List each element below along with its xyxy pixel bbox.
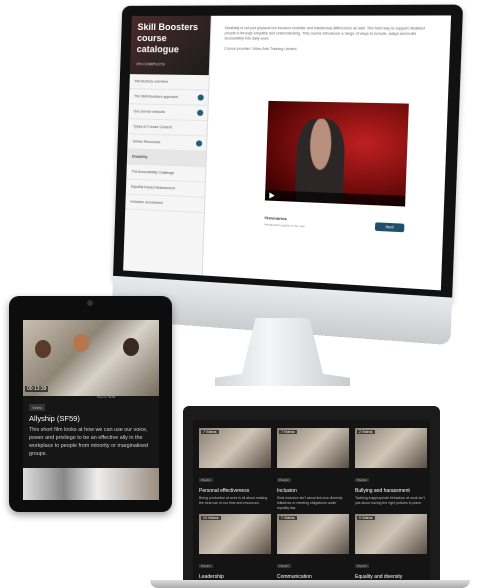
module-credit: Course provider: Video Arts Training Lim… — [224, 46, 297, 52]
checkmark-icon — [197, 94, 204, 101]
playlist-tag: Playlist — [355, 564, 369, 568]
playlist-name[interactable]: Personal effectiveness — [199, 488, 271, 494]
playlist-tag: Playlist — [199, 478, 213, 482]
playlist-blurb: Being productive at work is all about ma… — [199, 496, 268, 505]
sidebar-item-label: Inclusive recruitment — [130, 199, 163, 206]
person-figure — [73, 334, 89, 352]
sidebar-item-label: The Skill Boosters approach — [134, 94, 179, 100]
catalogue-sidebar: Skill Boosters course catalogue 3% COMPL… — [123, 15, 212, 276]
sidebar-item-label: Disability — [131, 154, 148, 160]
allyship-thumbnail[interactable]: 00:13:39 — [23, 320, 159, 396]
video-controls[interactable] — [264, 190, 406, 207]
module-description-text: Disability is not just physical but invo… — [224, 26, 425, 41]
playlist-tag: Playlist — [355, 478, 369, 482]
content-type-tag: Video — [29, 404, 46, 411]
catalogue-main: Disability is not just physical but invo… — [204, 15, 451, 290]
laptop-device: 7 Videos Playlist Personal effectiveness Be… — [183, 406, 440, 584]
playlist-thumbnail[interactable]: 2 Videos — [355, 428, 427, 468]
video-count: 7 Videos — [279, 516, 297, 520]
play-icon[interactable] — [269, 192, 275, 199]
laptop-base — [150, 580, 470, 588]
playlist-tag: Playlist — [277, 564, 291, 568]
video-title[interactable]: Allyship (SF59) — [29, 414, 80, 423]
playlist-tag: Playlist — [277, 478, 291, 482]
video-count: 7 Videos — [201, 430, 219, 434]
camera-icon — [87, 300, 93, 306]
thumbnail-caption: Source: SF59 — [97, 395, 116, 399]
person-figure — [123, 338, 139, 356]
tablet-screen: 00:13:39 Source: SF59 Video Allyship (SF… — [23, 320, 159, 500]
playlist-card[interactable]: 9 Videos Playlist Equality and diversity — [355, 514, 427, 582]
playlist-thumbnail[interactable]: 7 Videos — [277, 514, 349, 554]
sidebar-item-label: Introductory overview — [134, 79, 169, 84]
playlist-name[interactable]: Bullying and harassment — [355, 488, 427, 494]
playlist-card[interactable]: 7 Videos Playlist Personal effectiveness Be… — [199, 428, 271, 506]
playlist-thumbnail[interactable]: 7 Videos — [199, 428, 271, 468]
tablet-device: 00:13:39 Source: SF59 Video Allyship (SF… — [9, 296, 172, 512]
sidebar-item[interactable]: Inclusive recruitment — [125, 194, 205, 214]
imac-bezel: Skill Boosters course catalogue 3% COMPL… — [112, 4, 464, 307]
playlist-card[interactable]: 7 Videos Playlist Communication — [277, 514, 349, 582]
video-count: 24 Videos — [201, 516, 221, 520]
next-button[interactable]: Next — [374, 222, 405, 233]
sidebar-item-label: Equality Impact Assessment — [130, 184, 175, 191]
playlist-name[interactable]: Inclusion — [277, 488, 349, 494]
playlist-thumbnail[interactable]: 9 Videos — [355, 514, 427, 554]
imac-device: Skill Boosters course catalogue 3% COMPL… — [111, 4, 464, 346]
checkmark-icon — [196, 109, 204, 116]
video-footer: Visionaries Introductory guide to the ro… — [264, 215, 405, 233]
sidebar-item-label: Types of Course Content — [132, 124, 172, 130]
catalogue-title: Skill Boosters course catalogue — [136, 21, 199, 55]
progress-label: 3% COMPLETE — [136, 61, 166, 67]
playlist-tag: Playlist — [199, 564, 213, 568]
sidebar-item-label: Online Resources — [132, 139, 161, 145]
video-player[interactable] — [264, 100, 409, 207]
video-count: 2 Videos — [357, 430, 375, 434]
sidebar-item-list: Introductory overview The Skill Boosters … — [125, 74, 209, 214]
course-catalogue-screen: Skill Boosters course catalogue 3% COMPL… — [123, 15, 452, 291]
sidebar-item[interactable]: The Skill Boosters approach — [128, 89, 209, 106]
playlist-thumbnail[interactable]: 7 Videos — [277, 428, 349, 468]
next-video-thumbnail[interactable] — [23, 468, 159, 500]
playlist-card[interactable]: 24 Videos Playlist Leadership — [199, 514, 271, 582]
sidebar-item-label: Our service network — [133, 109, 165, 115]
playlist-blurb: Real inclusion isn't about tick-box dive… — [277, 496, 343, 510]
module-description: Disability is not just physical but invo… — [210, 15, 451, 89]
playlist-card[interactable]: 7 Videos Playlist Inclusion Real inclusion … — [277, 428, 349, 511]
sidebar-item-label: The Accessibility Challenge — [131, 169, 175, 176]
video-count: 7 Videos — [279, 430, 297, 434]
playlist-grid: 7 Videos Playlist Personal effectiveness Be… — [193, 420, 430, 584]
catalogue-header: Skill Boosters course catalogue 3% COMPL… — [129, 15, 211, 76]
playlist-blurb: Tackling inappropriate behaviour at work… — [355, 496, 425, 505]
video-description: This short film looks at how we can use … — [29, 427, 148, 457]
playlist-card[interactable]: 2 Videos Playlist Bullying and harassment T… — [355, 428, 427, 506]
video-duration: 00:13:39 — [25, 386, 49, 392]
playlist-thumbnail[interactable]: 24 Videos — [199, 514, 271, 554]
sidebar-item[interactable]: Introductory overview — [129, 74, 209, 91]
checkmark-icon — [195, 140, 203, 147]
person-figure — [35, 340, 51, 358]
video-count: 9 Videos — [357, 516, 375, 520]
